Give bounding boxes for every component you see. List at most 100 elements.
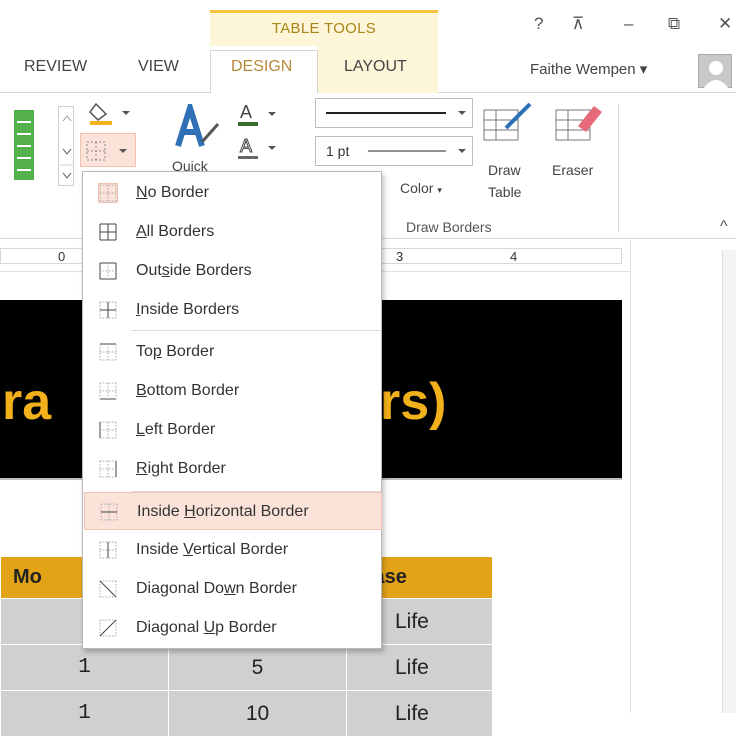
menu-item-label: Top Border [136, 343, 215, 360]
person-icon [703, 61, 729, 89]
table-row: 1 10 Life [0, 690, 493, 737]
eraser-label: Eraser [552, 162, 594, 178]
borders-icon [86, 141, 127, 161]
line-weight-preview-icon [368, 149, 466, 153]
draw-table-icon [483, 102, 532, 141]
side-pane [630, 240, 736, 713]
eraser-button[interactable]: Eraser [550, 98, 610, 188]
menu-item-label: Right Border [136, 460, 226, 477]
ruler-mark-0: 0 [58, 249, 66, 264]
menu-item-label: Inside Vertical Border [136, 541, 289, 558]
draw-table-label-line1: Draw [488, 162, 521, 178]
all-borders-icon [99, 223, 117, 241]
menu-item-label: Inside Borders [136, 301, 240, 318]
vertical-scrollbar[interactable] [722, 250, 736, 713]
user-avatar[interactable] [698, 54, 732, 89]
table-cell[interactable]: 5 [168, 644, 347, 691]
menu-item-inside-vertical-border[interactable]: Inside Vertical Border [84, 531, 382, 569]
no-border-icon [98, 183, 118, 203]
menu-item-label: No Border [136, 184, 209, 201]
minimize-button[interactable]: – [624, 14, 633, 34]
outside-borders-icon [99, 262, 117, 280]
ribbon-group-divider [618, 104, 619, 232]
ruler-mark-3: 3 [396, 249, 404, 264]
top-border-icon [99, 343, 117, 361]
menu-item-no-border[interactable]: No Border [84, 174, 382, 212]
draw-table-button[interactable]: Draw Table [478, 98, 538, 208]
inside-borders-icon [99, 301, 117, 319]
right-border-icon [99, 460, 117, 478]
table-cell[interactable]: 1 [0, 690, 169, 737]
paint-bucket-icon [89, 102, 130, 125]
menu-item-top-border[interactable]: Top Border [84, 333, 382, 371]
menu-item-label: Bottom Border [136, 382, 240, 399]
close-button[interactable]: ✕ [718, 14, 732, 34]
line-weight-dropdown[interactable]: 1 pt [315, 136, 473, 166]
table-cell[interactable]: Life [346, 690, 493, 737]
help-button[interactable]: ? [534, 14, 543, 34]
menu-item-label: Left Border [136, 421, 216, 438]
restore-button[interactable]: ⧉ [668, 14, 680, 34]
table-cell[interactable]: 1 [0, 644, 169, 691]
heading-text-left: ra [2, 373, 52, 431]
menu-item-diagonal-up-border[interactable]: Diagonal Up Border [84, 609, 382, 647]
ribbon-display-options-button[interactable]: ⊼ [572, 14, 584, 34]
menu-item-outside-borders[interactable]: Outside Borders [84, 252, 382, 290]
table-row: 1 5 Life [0, 644, 493, 691]
borders-dropdown-button[interactable] [80, 133, 136, 167]
menu-item-all-borders[interactable]: All Borders [84, 213, 382, 251]
quick-styles-label: Quick [172, 158, 208, 172]
table-style-icon [14, 110, 34, 180]
borders-dropdown-menu: No Border All Borders Outside Borders Insid… [82, 171, 382, 649]
draw-borders-group-label: Draw Borders [406, 219, 492, 235]
menu-item-left-border[interactable]: Left Border [84, 411, 382, 449]
gallery-scroll[interactable] [58, 106, 74, 186]
text-outline-icon: A [238, 136, 276, 159]
menu-item-inside-borders[interactable]: Inside Borders [84, 291, 382, 329]
inside-vertical-border-icon [99, 541, 117, 559]
contextual-tab-title: TABLE TOOLS [271, 20, 377, 37]
menu-item-label: Inside Horizontal Border [137, 503, 309, 520]
chevron-down-icon: ▾ [437, 185, 442, 195]
menu-item-bottom-border[interactable]: Bottom Border [84, 372, 382, 410]
diagonal-up-border-icon [99, 619, 117, 637]
bottom-border-icon [99, 382, 117, 400]
user-account-name[interactable]: Faithe Wempen ▾ [530, 60, 647, 78]
left-border-icon [99, 421, 117, 439]
tab-review[interactable]: REVIEW [24, 58, 87, 76]
tab-view[interactable]: VIEW [138, 58, 179, 76]
pen-color-label: Color [400, 180, 434, 196]
tab-layout[interactable]: LAYOUT [344, 58, 407, 76]
collapse-ribbon-button[interactable]: ^ [720, 218, 728, 236]
menu-item-label: Outside Borders [136, 262, 252, 279]
svg-text:A: A [240, 102, 252, 122]
svg-text:A: A [240, 136, 252, 156]
menu-item-right-border[interactable]: Right Border [84, 450, 382, 488]
wordart-a-icon [175, 98, 220, 147]
heading-text-right: rs) [380, 373, 447, 431]
table-style-thumbnail[interactable] [10, 110, 36, 182]
line-style-preview-icon [326, 111, 466, 115]
text-fill-button[interactable]: A [236, 100, 286, 130]
ruler-mark-4: 4 [510, 249, 518, 264]
quick-styles-button[interactable] [172, 98, 222, 152]
draw-table-label-line2: Table [488, 184, 522, 200]
menu-separator [131, 330, 381, 331]
table-cell[interactable]: 10 [168, 690, 347, 737]
eraser-icon [555, 106, 602, 141]
menu-item-label: Diagonal Down Border [136, 580, 297, 597]
shading-button[interactable] [84, 98, 134, 126]
gallery-arrows-icon [60, 115, 74, 179]
menu-item-inside-horizontal-border[interactable]: Inside Horizontal Border [84, 492, 382, 530]
line-style-dropdown[interactable] [315, 98, 473, 128]
text-fill-icon: A [238, 102, 276, 126]
menu-item-label: All Borders [136, 223, 215, 240]
diagonal-down-border-icon [99, 580, 117, 598]
inside-horizontal-border-icon [100, 503, 118, 521]
table-cell[interactable]: Life [346, 644, 493, 691]
text-outline-button[interactable]: A [236, 134, 286, 164]
tab-design[interactable]: DESIGN [231, 58, 292, 76]
menu-item-label: Diagonal Up Border [136, 619, 277, 636]
pen-color-button[interactable]: Color ▾ [400, 180, 442, 196]
menu-item-diagonal-down-border[interactable]: Diagonal Down Border [84, 570, 382, 608]
